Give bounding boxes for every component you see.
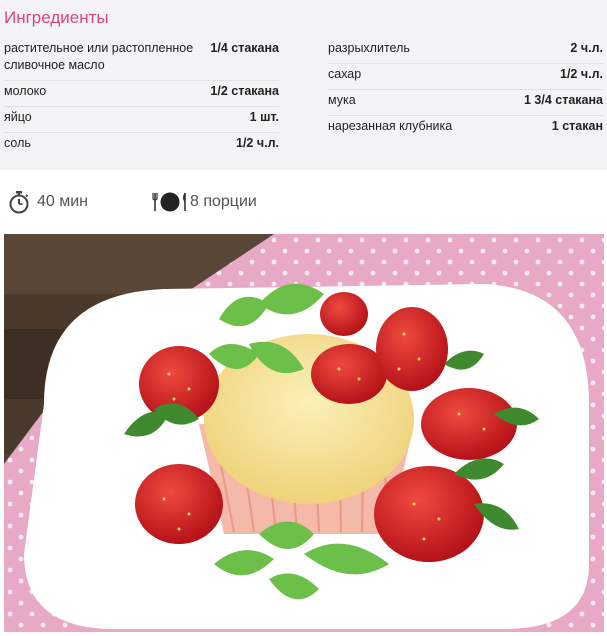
cutlery-plate-icon	[152, 190, 188, 214]
ingredient-name: сахар	[328, 67, 362, 81]
ingredient-name: соль	[4, 136, 31, 150]
ingredient-row: растительное или растопленное сливочное …	[4, 38, 279, 81]
ingredient-qty: 1/4 стакана	[210, 41, 279, 55]
ingredient-qty: 1 шт.	[249, 110, 279, 124]
ingredient-qty: 2 ч.л.	[570, 41, 603, 55]
ingredient-qty: 1/2 стакана	[210, 84, 279, 98]
ingredient-name: мука	[328, 93, 356, 107]
ingredients-title: Ингредиенты	[4, 8, 109, 27]
ingredient-name: яйцо	[4, 110, 32, 124]
ingredient-row: разрыхлитель 2 ч.л.	[328, 38, 603, 64]
ingredient-name: растительное или растопленное сливочное …	[4, 41, 194, 72]
ingredient-name: нарезанная клубника	[328, 119, 453, 133]
ingredient-row: нарезанная клубника 1 стакан	[328, 116, 603, 141]
ingredient-row: сахар 1/2 ч.л.	[328, 64, 603, 90]
ingredient-qty: 1/2 ч.л.	[236, 136, 279, 150]
ingredient-name: разрыхлитель	[328, 41, 410, 55]
cooking-time-text: 40 мин	[37, 193, 89, 210]
ingredients-right-column: разрыхлитель 2 ч.л. сахар 1/2 ч.л. мука …	[328, 38, 603, 141]
ingredient-row: яйцо 1 шт.	[4, 107, 279, 133]
recipe-photo	[4, 234, 604, 632]
ingredients-panel: Ингредиенты растительное или растопленно…	[0, 0, 607, 170]
cooking-time: 40 мин	[7, 190, 88, 214]
ingredient-name: молоко	[4, 84, 47, 98]
ingredient-qty: 1 стакан	[551, 119, 603, 133]
stopwatch-icon	[7, 190, 31, 214]
ingredient-row: соль 1/2 ч.л.	[4, 133, 279, 158]
servings: 8 порции	[152, 190, 257, 214]
ingredient-qty: 1/2 ч.л.	[560, 67, 603, 81]
ingredients-left-column: растительное или растопленное сливочное …	[4, 38, 279, 158]
ingredient-row: мука 1 3/4 стакана	[328, 90, 603, 116]
servings-text: 8 порции	[190, 193, 257, 210]
ingredient-qty: 1 3/4 стакана	[523, 93, 603, 107]
ingredient-row: молоко 1/2 стакана	[4, 81, 279, 107]
